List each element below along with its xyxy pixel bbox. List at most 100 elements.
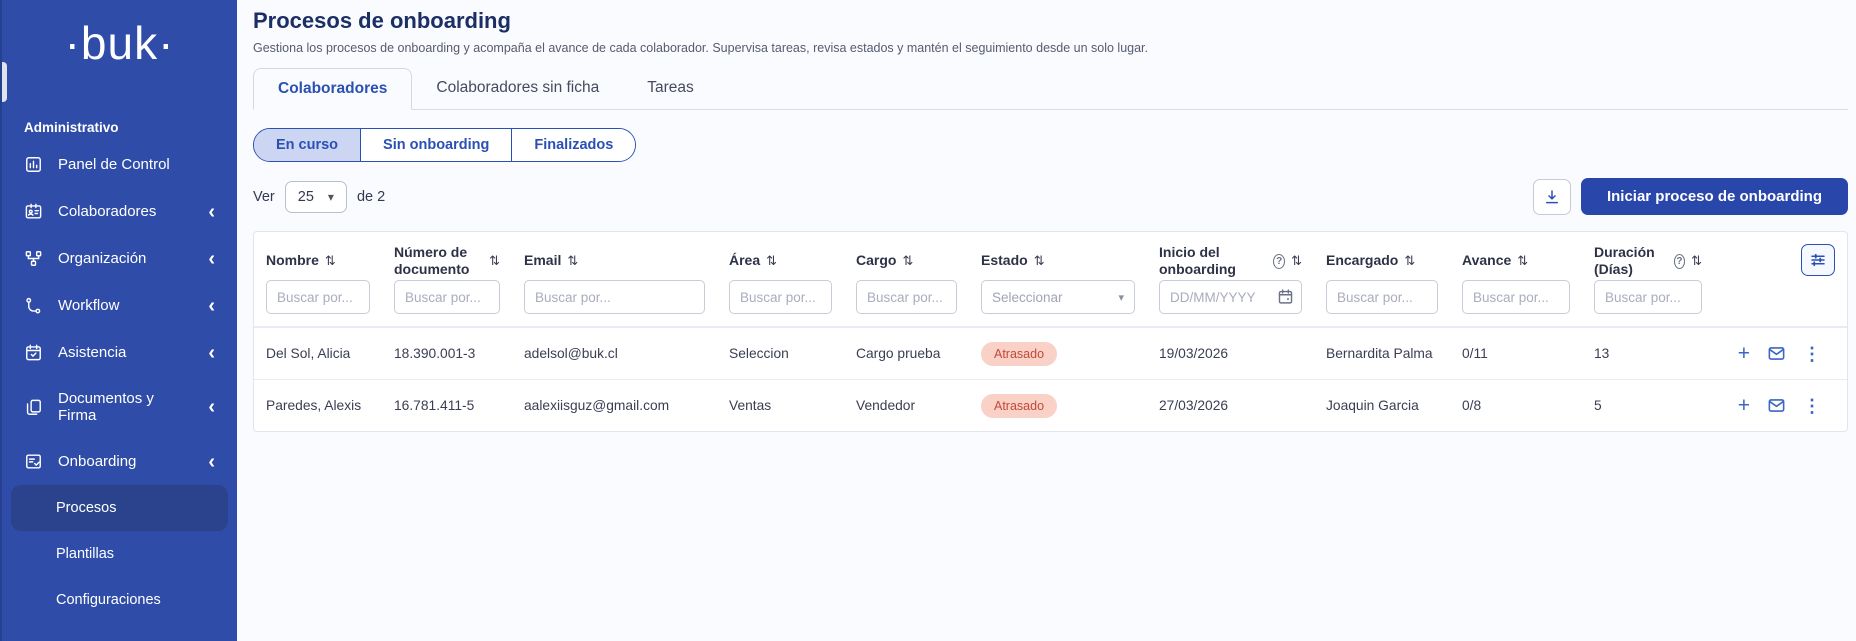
page-title: Procesos de onboarding (253, 8, 1848, 34)
page-size-value: 25 (298, 189, 314, 205)
sort-icon[interactable]: ⇅ (567, 253, 578, 269)
sort-icon[interactable]: ⇅ (1691, 253, 1702, 269)
sort-icon[interactable]: ⇅ (1291, 253, 1302, 269)
filter-finalizados[interactable]: Finalizados (511, 129, 635, 161)
status-badge: Atrasado (981, 394, 1057, 418)
tab-colaboradores-sin-ficha[interactable]: Colaboradores sin ficha (412, 68, 623, 109)
total-count-label: de 2 (357, 189, 385, 205)
sidebar-item-documentos-y-firma[interactable]: Documentos y Firma ‹ (2, 376, 237, 438)
cell-email: adelsol@buk.cl (512, 346, 717, 361)
filter-input-duracion[interactable] (1594, 280, 1702, 314)
chevron-left-icon[interactable]: ‹ (208, 400, 215, 414)
filter-input-avance[interactable] (1462, 280, 1570, 314)
sliders-icon (1809, 251, 1827, 269)
calendar-check-icon (24, 343, 43, 362)
column-settings-button[interactable] (1801, 244, 1835, 276)
table-row: Del Sol, Alicia 18.390.001-3 adelsol@buk… (254, 327, 1847, 379)
cell-documento: 16.781.411-5 (382, 398, 512, 413)
sort-icon[interactable]: ⇅ (1404, 253, 1415, 269)
sidebar-item-asistencia[interactable]: Asistencia ‹ (2, 329, 237, 376)
sidebar-item-label: Panel de Control (58, 156, 221, 173)
cell-inicio: 27/03/2026 (1147, 398, 1314, 413)
chevron-down-icon: ▾ (328, 190, 334, 204)
chevron-left-icon[interactable]: ‹ (208, 205, 215, 219)
cell-avance: 0/11 (1450, 346, 1582, 361)
cell-cargo: Vendedor (844, 398, 969, 413)
cell-duracion: 13 (1582, 346, 1714, 361)
add-task-icon[interactable]: + (1738, 343, 1750, 364)
app-window: ·buk· Administrativo Panel de Control Co… (0, 0, 1856, 641)
chevron-left-icon[interactable]: ‹ (208, 299, 215, 313)
sidebar-collapse-handle[interactable] (2, 62, 7, 102)
sort-icon[interactable]: ⇅ (766, 253, 777, 269)
table-filter-row: Seleccionar ▾ (254, 280, 1847, 327)
chevron-left-icon[interactable]: ‹ (208, 252, 215, 266)
id-card-icon (24, 202, 43, 221)
sidebar-item-label: Colaboradores (58, 203, 193, 220)
chevron-left-icon[interactable]: ‹ (208, 346, 215, 360)
sort-icon[interactable]: ⇅ (1517, 253, 1528, 269)
status-filter-group: En curso Sin onboarding Finalizados (253, 128, 636, 162)
sort-icon[interactable]: ⇅ (325, 253, 336, 269)
onboarding-table: Nombre⇅ Número de documento⇅ Email⇅ Área… (253, 231, 1848, 432)
sort-icon[interactable]: ⇅ (902, 253, 913, 269)
sidebar-subitem-procesos[interactable]: Procesos (11, 485, 228, 531)
sidebar-item-label: Documentos y Firma (58, 390, 193, 424)
sidebar-item-onboarding[interactable]: Onboarding ‹ (2, 438, 237, 485)
column-header-encargado: Encargado (1326, 252, 1398, 270)
toolbar: Ver 25 ▾ de 2 Iniciar proceso de onboard… (253, 178, 1848, 215)
help-icon[interactable]: ? (1273, 254, 1285, 269)
help-icon[interactable]: ? (1674, 254, 1685, 269)
table-row: Paredes, Alexis 16.781.411-5 aalexiisguz… (254, 379, 1847, 431)
filter-input-encargado[interactable] (1326, 280, 1438, 314)
sidebar-item-panel-de-control[interactable]: Panel de Control (2, 141, 237, 188)
cell-nombre: Paredes, Alexis (254, 398, 382, 413)
sidebar-subitem-configuraciones[interactable]: Configuraciones (2, 577, 237, 623)
tab-bar: Colaboradores Colaboradores sin ficha Ta… (253, 68, 1848, 110)
sidebar-item-organizacion[interactable]: Organización ‹ (2, 235, 237, 282)
sort-icon[interactable]: ⇅ (1034, 253, 1045, 269)
cell-avance: 0/8 (1450, 398, 1582, 413)
download-button[interactable] (1533, 179, 1571, 215)
filter-input-cargo[interactable] (856, 280, 957, 314)
chevron-down-icon: ▾ (1118, 291, 1124, 304)
column-header-area: Área (729, 252, 760, 270)
buk-logo: ·buk· (2, 16, 237, 70)
cell-encargado: Bernardita Palma (1314, 346, 1450, 361)
filter-input-numero-documento[interactable] (394, 280, 500, 314)
filter-en-curso[interactable]: En curso (254, 129, 360, 161)
filter-sin-onboarding[interactable]: Sin onboarding (360, 129, 511, 161)
tab-colaboradores[interactable]: Colaboradores (253, 68, 412, 110)
cell-duracion: 5 (1582, 398, 1714, 413)
cell-documento: 18.390.001-3 (382, 346, 512, 361)
chevron-left-icon[interactable]: ‹ (208, 455, 215, 469)
filter-input-area[interactable] (729, 280, 832, 314)
column-header-cargo: Cargo (856, 252, 896, 270)
tab-tareas[interactable]: Tareas (623, 68, 718, 109)
cell-cargo: Cargo prueba (844, 346, 969, 361)
sidebar-item-workflow[interactable]: Workflow ‹ (2, 282, 237, 329)
filter-input-email[interactable] (524, 280, 705, 314)
cell-area: Seleccion (717, 346, 844, 361)
workflow-icon (24, 296, 43, 315)
add-task-icon[interactable]: + (1738, 395, 1750, 416)
sidebar-item-label: Onboarding (58, 453, 193, 470)
mail-icon[interactable] (1767, 344, 1786, 363)
more-options-icon[interactable]: ⋮ (1803, 345, 1821, 363)
clipboard-list-icon (24, 452, 43, 471)
more-options-icon[interactable]: ⋮ (1803, 397, 1821, 415)
page-size-select[interactable]: 25 ▾ (285, 181, 347, 213)
mail-icon[interactable] (1767, 396, 1786, 415)
sidebar-item-colaboradores[interactable]: Colaboradores ‹ (2, 188, 237, 235)
column-header-avance: Avance (1462, 252, 1511, 270)
status-badge: Atrasado (981, 342, 1057, 366)
filter-select-estado[interactable]: Seleccionar ▾ (981, 280, 1135, 314)
column-header-duracion: Duración (Días) (1594, 244, 1668, 279)
start-onboarding-button[interactable]: Iniciar proceso de onboarding (1581, 178, 1848, 215)
download-icon (1543, 188, 1561, 206)
sidebar-subitem-plantillas[interactable]: Plantillas (2, 531, 237, 577)
column-header-numero-documento: Número de documento (394, 244, 483, 279)
sort-icon[interactable]: ⇅ (489, 253, 500, 269)
calendar-icon[interactable] (1277, 288, 1294, 310)
filter-input-nombre[interactable] (266, 280, 370, 314)
